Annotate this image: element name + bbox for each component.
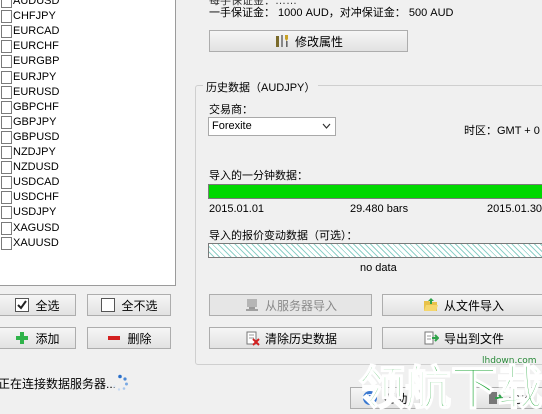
clear-data-icon <box>244 330 260 346</box>
symbol-checkbox[interactable] <box>1 25 12 39</box>
symbol-checkbox[interactable] <box>1 10 12 24</box>
symbol-checkbox[interactable] <box>1 100 12 114</box>
plus-icon <box>14 330 30 346</box>
check-all-icon <box>14 297 30 313</box>
symbol-checkbox[interactable] <box>1 236 12 250</box>
margin-info: 一手保证金： 1000 AUD，对冲保证金： 500 AUD <box>209 7 454 19</box>
uncheck-all-icon <box>100 297 116 313</box>
symbol-checkbox[interactable] <box>1 0 12 8</box>
symbol-label: XAUUSD <box>13 236 59 249</box>
minus-icon <box>106 330 122 346</box>
symbol-checkbox[interactable] <box>1 40 12 54</box>
folder-open-icon <box>423 297 439 313</box>
symbol-checkbox[interactable] <box>1 130 12 144</box>
select-all-button[interactable]: 全选 <box>0 294 76 316</box>
tick-data-status: no data <box>360 262 397 274</box>
modify-properties-button[interactable]: 修改属性 <box>209 30 408 52</box>
symbol-checkbox[interactable] <box>1 70 12 84</box>
symbol-list[interactable]: AUDUSD CHFJPY EURCAD EURCHF EURGBP EURJPY EURU… <box>0 0 176 286</box>
loading-spinner-icon <box>111 374 129 395</box>
symbol-checkbox[interactable] <box>1 206 12 220</box>
broker-label: 交易商： <box>209 104 253 116</box>
export-to-file-button[interactable]: 导出到文件 <box>382 327 542 349</box>
server-icon <box>244 297 260 313</box>
minute-end-date: 2015.01.30 <box>487 203 542 215</box>
tools-icon <box>274 33 290 49</box>
history-group-title: 历史数据（AUDJPY） <box>203 79 319 95</box>
chevron-down-icon <box>322 118 331 141</box>
symbol-checkbox[interactable] <box>1 221 12 235</box>
select-none-button[interactable]: 全不选 <box>87 294 171 316</box>
symbol-checkbox[interactable] <box>1 146 12 159</box>
broker-select[interactable]: Forexite <box>208 117 336 136</box>
tick-data-progress <box>208 243 542 258</box>
timezone-label: 时区：GMT + 0 <box>464 125 540 137</box>
minute-data-label: 导入的一分钟数据： <box>209 170 308 182</box>
minute-bar-count: 29.480 bars <box>350 203 409 215</box>
connection-status: 正在连接数据服务器... <box>0 377 117 391</box>
svg-text:lhdown.com: lhdown.com <box>482 356 537 366</box>
symbol-checkbox[interactable] <box>1 85 12 99</box>
export-icon <box>423 330 440 346</box>
symbol-checkbox[interactable] <box>1 55 12 69</box>
symbol-checkbox[interactable] <box>1 161 12 175</box>
minute-data-progress <box>208 184 542 199</box>
symbol-checkbox[interactable] <box>1 176 12 190</box>
clear-history-button[interactable]: 清除历史数据 <box>209 327 372 349</box>
add-button[interactable]: 添加 <box>0 327 76 349</box>
watermark-logo: 领航下载 lhdown.com <box>357 352 542 414</box>
minute-start-date: 2015.01.01 <box>209 203 265 215</box>
tick-data-label: 导入的报价变动数据（可选）： <box>209 230 358 242</box>
symbol-checkbox[interactable] <box>1 115 12 129</box>
svg-text:领航下载: 领航下载 <box>359 361 542 411</box>
symbol-checkbox[interactable] <box>1 191 12 205</box>
import-from-file-button[interactable]: 从文件导入 <box>382 294 542 316</box>
import-from-server-button[interactable]: 从服务器导入 <box>209 294 372 316</box>
delete-button[interactable]: 删除 <box>87 327 171 349</box>
